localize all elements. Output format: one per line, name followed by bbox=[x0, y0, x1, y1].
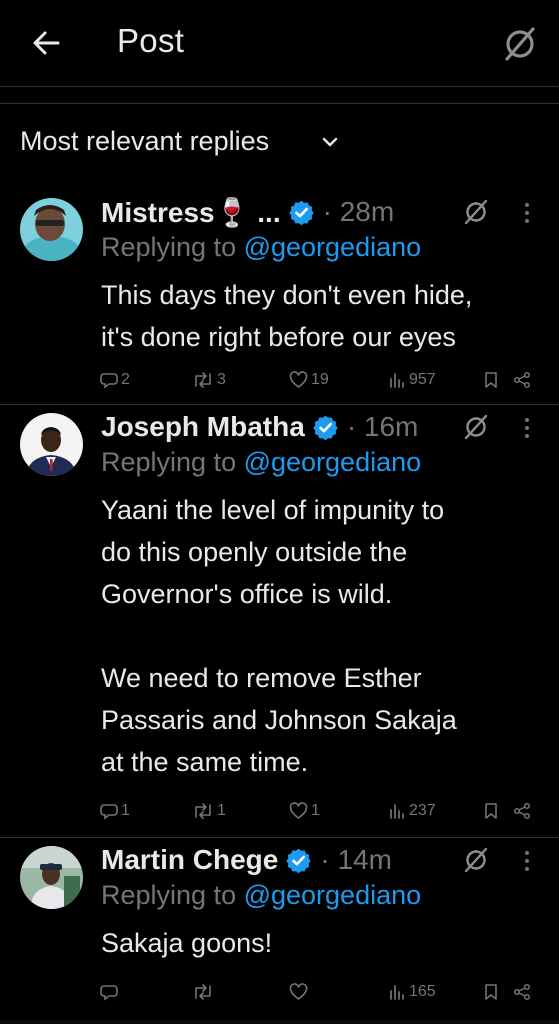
like-count: 1 bbox=[311, 802, 320, 819]
repost-count: 1 bbox=[217, 802, 226, 819]
views-icon bbox=[390, 985, 404, 1000]
like-button[interactable]: 19 bbox=[289, 366, 329, 394]
verified-badge-icon bbox=[288, 200, 314, 225]
like-button[interactable]: 1 bbox=[289, 797, 320, 825]
repost-count: 3 bbox=[217, 371, 226, 388]
share-button[interactable] bbox=[513, 366, 531, 394]
repost-icon bbox=[195, 372, 211, 388]
mention-link[interactable]: @georgediano bbox=[244, 880, 422, 910]
views-icon bbox=[390, 373, 404, 388]
comment-icon bbox=[100, 985, 118, 1001]
bookmark-icon bbox=[485, 372, 497, 388]
share-icon bbox=[513, 371, 531, 389]
author-name[interactable]: Mistress🍷 ... bbox=[101, 196, 281, 229]
share-icon bbox=[513, 802, 531, 820]
verified-badge-icon bbox=[286, 848, 312, 873]
verified-badge-icon bbox=[313, 415, 338, 440]
more-options-icon[interactable] bbox=[518, 200, 536, 226]
replying-to: Replying to @georgediano bbox=[101, 447, 422, 477]
post-time: · 28m bbox=[322, 196, 395, 227]
grok-icon[interactable] bbox=[462, 846, 490, 874]
grok-icon[interactable] bbox=[500, 24, 540, 64]
share-button[interactable] bbox=[513, 797, 531, 825]
author-row: Mistress🍷 ... · 28m bbox=[101, 192, 394, 232]
action-bar: 2 3 19 957 bbox=[0, 366, 559, 394]
reply-item[interactable]: Mistress🍷 ... · 28m Replying to @georged… bbox=[0, 190, 559, 405]
bookmark-button[interactable] bbox=[483, 797, 499, 825]
reply-text: This days they don't even hide, it's don… bbox=[101, 280, 473, 352]
chevron-down-icon[interactable] bbox=[320, 134, 340, 150]
avatar[interactable] bbox=[20, 198, 83, 261]
repost-button[interactable]: 3 bbox=[192, 366, 226, 394]
author-row: Joseph Mbatha · 16m bbox=[101, 407, 418, 447]
reply-text: Sakaja goons! bbox=[101, 928, 273, 958]
avatar[interactable] bbox=[20, 846, 83, 909]
reply-button[interactable]: 1 bbox=[100, 797, 130, 825]
grok-icon[interactable] bbox=[462, 413, 490, 441]
author-name[interactable]: Joseph Mbatha bbox=[101, 411, 305, 443]
divider bbox=[0, 1020, 559, 1024]
mention-link[interactable]: @georgediano bbox=[244, 447, 422, 477]
heart-icon bbox=[289, 802, 308, 819]
post-time: · 16m bbox=[346, 411, 419, 442]
share-button[interactable] bbox=[513, 978, 531, 1006]
more-options-icon[interactable] bbox=[518, 848, 536, 874]
heart-icon bbox=[289, 371, 308, 388]
views-icon bbox=[390, 804, 404, 819]
reply-count: 2 bbox=[121, 371, 130, 388]
repost-icon bbox=[195, 984, 211, 1000]
repost-icon bbox=[195, 803, 211, 819]
reply-count: 1 bbox=[121, 802, 130, 819]
like-button[interactable] bbox=[289, 978, 311, 1006]
replying-to: Replying to @georgediano bbox=[101, 232, 422, 262]
action-bar: 1 1 1 237 bbox=[0, 797, 559, 825]
heart-icon bbox=[289, 983, 308, 1000]
views-button[interactable]: 237 bbox=[388, 797, 436, 825]
like-count: 19 bbox=[311, 371, 329, 388]
more-options-icon[interactable] bbox=[518, 415, 536, 441]
author-row: Martin Chege · 14m bbox=[101, 840, 392, 880]
repost-button[interactable] bbox=[192, 978, 217, 1006]
repost-button[interactable]: 1 bbox=[192, 797, 226, 825]
sort-replies-button[interactable]: Most relevant replies bbox=[20, 126, 269, 157]
views-button[interactable]: 165 bbox=[388, 978, 436, 1006]
replying-to: Replying to @georgediano bbox=[101, 880, 422, 910]
view-count: 957 bbox=[409, 371, 436, 388]
bookmark-button[interactable] bbox=[483, 366, 499, 394]
author-name[interactable]: Martin Chege bbox=[101, 844, 278, 876]
divider bbox=[0, 103, 559, 104]
avatar[interactable] bbox=[20, 413, 83, 476]
comment-icon bbox=[100, 804, 118, 820]
bookmark-icon bbox=[485, 984, 497, 1000]
post-time: · 14m bbox=[320, 844, 392, 875]
reply-item[interactable]: Martin Chege · 14m Replying to @georgedi… bbox=[0, 838, 559, 1021]
bookmark-icon bbox=[485, 803, 497, 819]
top-app-bar: Post bbox=[0, 0, 559, 87]
grok-icon[interactable] bbox=[462, 198, 490, 226]
reply-item[interactable]: Joseph Mbatha · 16m Replying to @georged… bbox=[0, 405, 559, 838]
action-bar: 165 bbox=[0, 978, 559, 1006]
reply-button[interactable] bbox=[100, 978, 121, 1006]
bookmark-button[interactable] bbox=[483, 978, 499, 1006]
mention-link[interactable]: @georgediano bbox=[244, 232, 422, 262]
reply-text: Yaani the level of impunity to do this o… bbox=[101, 495, 457, 777]
page-title: Post bbox=[117, 22, 185, 59]
reply-button[interactable]: 2 bbox=[100, 366, 130, 394]
view-count: 165 bbox=[409, 983, 436, 1000]
share-icon bbox=[513, 983, 531, 1001]
views-button[interactable]: 957 bbox=[388, 366, 436, 394]
arrow-left-icon[interactable] bbox=[28, 26, 64, 60]
comment-icon bbox=[100, 373, 118, 389]
view-count: 237 bbox=[409, 802, 436, 819]
